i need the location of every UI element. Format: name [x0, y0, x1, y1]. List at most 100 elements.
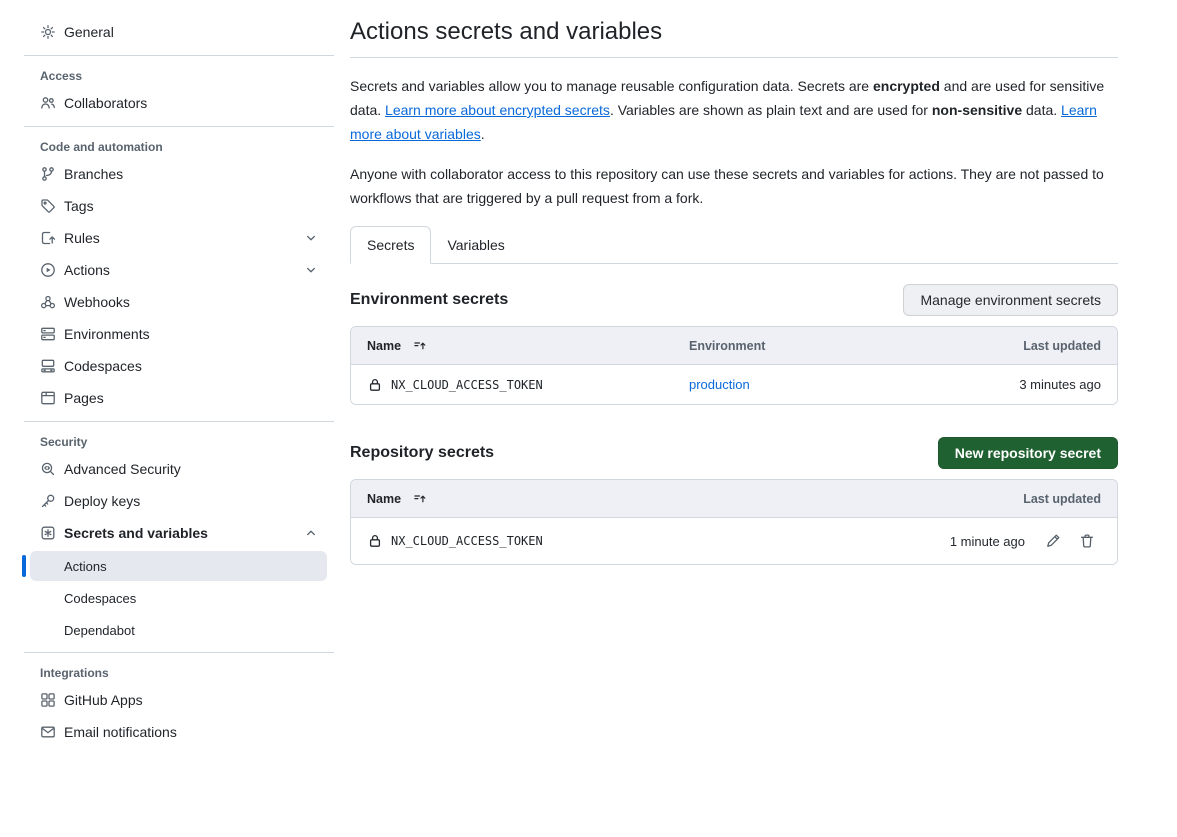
- intro-bold-encrypted: encrypted: [873, 78, 940, 94]
- sidebar-item-label: Email notifications: [64, 724, 177, 740]
- tag-icon: [40, 198, 56, 214]
- sidebar-item-label: Codespaces: [64, 358, 142, 374]
- environment-secret-row: NX_CLOUD_ACCESS_TOKEN production 3 minut…: [351, 364, 1117, 404]
- environment-secrets-table: Name Environment Last updated NX_CLOUD_A…: [350, 326, 1118, 405]
- row-actions: [1039, 528, 1101, 554]
- sidebar-item-deploy-keys[interactable]: Deploy keys: [24, 485, 334, 517]
- chevron-up-icon: [304, 526, 318, 540]
- edit-secret-button[interactable]: [1039, 528, 1067, 554]
- column-header-name[interactable]: Name: [367, 339, 689, 353]
- repository-secrets-table-header: Name Last updated: [351, 480, 1117, 517]
- intro-paragraph-2: Anyone with collaborator access to this …: [350, 162, 1118, 210]
- chevron-down-icon: [304, 263, 318, 277]
- chevron-down-icon: [304, 231, 318, 245]
- link-learn-more-encrypted-secrets[interactable]: Learn more about encrypted secrets: [385, 102, 610, 118]
- sidebar-section-security: Security: [24, 429, 334, 453]
- environment-secrets-heading: Environment secrets: [350, 291, 508, 309]
- repository-secrets-heading: Repository secrets: [350, 444, 494, 462]
- intro-text-segment: data.: [1022, 102, 1061, 118]
- play-icon: [40, 262, 56, 278]
- last-updated-cell: 1 minute ago: [950, 534, 1025, 549]
- git-branch-icon: [40, 166, 56, 182]
- intro-text-segment: . Variables are shown as plain text and …: [610, 102, 932, 118]
- title-divider: [350, 57, 1118, 58]
- repository-secret-row: NX_CLOUD_ACCESS_TOKEN 1 minute ago: [351, 517, 1117, 564]
- column-header-environment: Environment: [689, 339, 1023, 353]
- sidebar-divider: [24, 652, 334, 653]
- sidebar-subitem-label: Codespaces: [64, 591, 136, 606]
- column-header-name[interactable]: Name: [367, 492, 1023, 506]
- environment-cell: production: [689, 377, 1019, 392]
- sidebar-subitem-dependabot[interactable]: Dependabot: [30, 615, 327, 645]
- secret-name: NX_CLOUD_ACCESS_TOKEN: [391, 534, 543, 548]
- mail-icon: [40, 724, 56, 740]
- secret-name: NX_CLOUD_ACCESS_TOKEN: [391, 378, 543, 392]
- column-header-last-updated: Last updated: [1023, 492, 1101, 506]
- rules-icon: [40, 230, 56, 246]
- webhook-icon: [40, 294, 56, 310]
- key-icon: [40, 493, 56, 509]
- environment-link-production[interactable]: production: [689, 377, 750, 392]
- sidebar-item-label: GitHub Apps: [64, 692, 143, 708]
- browser-icon: [40, 390, 56, 406]
- intro-text-segment: Secrets and variables allow you to manag…: [350, 78, 873, 94]
- sidebar-item-webhooks[interactable]: Webhooks: [24, 286, 334, 318]
- sidebar-item-label: Advanced Security: [64, 461, 181, 477]
- sidebar-section-code-automation: Code and automation: [24, 134, 334, 158]
- sidebar-item-label: Rules: [64, 230, 100, 246]
- column-header-last-updated: Last updated: [1023, 339, 1101, 353]
- sidebar-item-label: Environments: [64, 326, 150, 342]
- delete-secret-button[interactable]: [1073, 528, 1101, 554]
- people-icon: [40, 95, 56, 111]
- environment-secrets-table-header: Name Environment Last updated: [351, 327, 1117, 364]
- manage-environment-secrets-button[interactable]: Manage environment secrets: [903, 284, 1118, 316]
- sidebar-item-secrets-and-variables[interactable]: Secrets and variables: [24, 517, 334, 549]
- pencil-icon: [1045, 533, 1061, 549]
- new-repository-secret-button[interactable]: New repository secret: [938, 437, 1118, 469]
- secret-name-cell: NX_CLOUD_ACCESS_TOKEN: [367, 533, 950, 549]
- codescan-icon: [40, 461, 56, 477]
- sidebar-item-branches[interactable]: Branches: [24, 158, 334, 190]
- trash-icon: [1079, 533, 1095, 549]
- sidebar-item-label: General: [64, 24, 114, 40]
- sidebar-subitem-label: Dependabot: [64, 623, 135, 638]
- repo-settings-page: General Access Collaborators Code and au…: [0, 0, 1177, 748]
- sidebar-item-pages[interactable]: Pages: [24, 382, 334, 414]
- sidebar-item-label: Tags: [64, 198, 94, 214]
- sidebar-item-environments[interactable]: Environments: [24, 318, 334, 350]
- sort-ascending-icon: [413, 339, 427, 353]
- sidebar-item-codespaces[interactable]: Codespaces: [24, 350, 334, 382]
- column-header-label: Name: [367, 492, 401, 506]
- sidebar-item-advanced-security[interactable]: Advanced Security: [24, 453, 334, 485]
- sidebar-item-collaborators[interactable]: Collaborators: [24, 87, 334, 119]
- sidebar-subitem-actions[interactable]: Actions: [30, 551, 327, 581]
- intro-paragraph-1: Secrets and variables allow you to manag…: [350, 74, 1118, 146]
- apps-grid-icon: [40, 692, 56, 708]
- tab-secrets[interactable]: Secrets: [350, 226, 431, 264]
- intro-text-segment: .: [481, 126, 485, 142]
- intro-bold-non-sensitive: non-sensitive: [932, 102, 1022, 118]
- sort-ascending-icon: [413, 492, 427, 506]
- intro-text: Secrets and variables allow you to manag…: [350, 74, 1118, 210]
- repository-secrets-table: Name Last updated NX_CLOUD_ACCESS_TOKEN …: [350, 479, 1118, 565]
- codespaces-icon: [40, 358, 56, 374]
- environment-secrets-header-row: Environment secrets Manage environment s…: [350, 284, 1118, 316]
- asterisk-box-icon: [40, 525, 56, 541]
- sidebar-item-label: Actions: [64, 262, 110, 278]
- server-icon: [40, 326, 56, 342]
- settings-sidebar: General Access Collaborators Code and au…: [0, 0, 334, 748]
- sidebar-section-integrations: Integrations: [24, 660, 334, 684]
- sidebar-item-tags[interactable]: Tags: [24, 190, 334, 222]
- tab-variables[interactable]: Variables: [431, 227, 520, 263]
- sidebar-subitem-codespaces[interactable]: Codespaces: [30, 583, 327, 613]
- sidebar-item-rules[interactable]: Rules: [24, 222, 334, 254]
- sidebar-item-github-apps[interactable]: GitHub Apps: [24, 684, 334, 716]
- sidebar-divider: [24, 421, 334, 422]
- sidebar-item-label: Pages: [64, 390, 104, 406]
- sidebar-item-general[interactable]: General: [24, 16, 334, 48]
- sidebar-subitem-label: Actions: [64, 559, 107, 574]
- lock-icon: [367, 377, 383, 393]
- sidebar-item-email-notifications[interactable]: Email notifications: [24, 716, 334, 748]
- sidebar-item-actions[interactable]: Actions: [24, 254, 334, 286]
- sidebar-divider: [24, 55, 334, 56]
